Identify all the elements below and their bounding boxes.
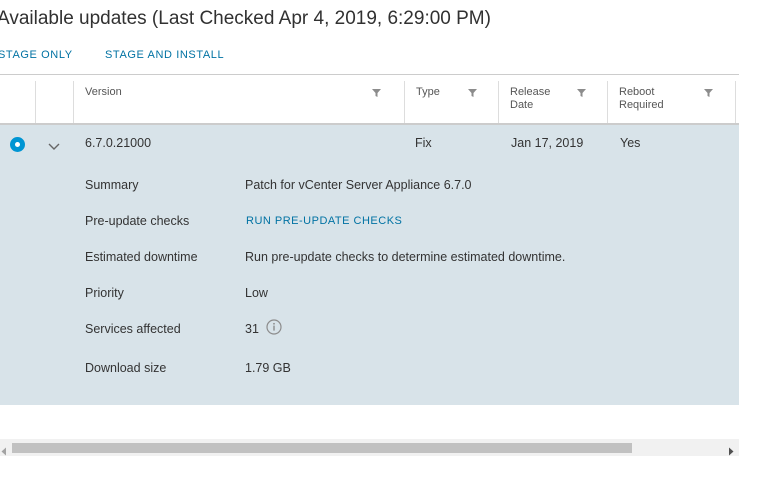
row-release-date: Jan 17, 2019 [511,136,584,150]
info-icon[interactable] [266,319,282,335]
header-release-date[interactable]: Release Date [498,75,607,123]
chevron-down-icon[interactable] [48,139,60,150]
header-select-column [0,75,35,123]
priority-value: Low [245,286,268,300]
version-filter-icon[interactable] [372,89,381,97]
header-reboot-line2: Required [619,99,664,111]
row-type: Fix [415,136,432,150]
header-release-date-line2: Date [510,99,534,111]
services-affected-value: 31 [245,322,259,336]
run-pre-update-checks-link[interactable]: RUN PRE-UPDATE CHECKS [246,215,402,227]
grid-header: Version Type Release Date Reboot Require… [0,75,739,125]
release-date-filter-icon[interactable] [577,89,586,97]
page-title: Available updates (Last Checked Apr 4, 2… [0,8,491,29]
scroll-left-arrow-icon[interactable] [0,443,8,456]
scrollbar-thumb[interactable] [12,443,632,453]
header-reboot-required[interactable]: Reboot Required [607,75,735,123]
row-select-radio[interactable] [10,137,25,152]
row-reboot-required: Yes [620,136,641,150]
header-reboot-line1: Reboot [619,86,655,98]
row-version: 6.7.0.21000 [85,136,152,150]
header-type[interactable]: Type [404,75,498,123]
header-version-label: Version [85,86,122,98]
header-end-divider [735,75,739,123]
summary-value: Patch for vCenter Server Appliance 6.7.0 [245,178,472,192]
reboot-filter-icon[interactable] [704,89,713,97]
horizontal-scrollbar[interactable] [0,439,739,456]
priority-label: Priority [85,286,124,300]
services-affected-label: Services affected [85,322,181,336]
download-size-value: 1.79 GB [245,361,291,375]
updates-grid: Version Type Release Date Reboot Require… [0,74,739,405]
stage-and-install-button[interactable]: STAGE AND INSTALL [105,49,224,61]
header-reboot-required-label: Reboot Required [619,86,664,112]
stage-only-button[interactable]: STAGE ONLY [0,49,73,61]
header-release-date-line1: Release [510,86,551,98]
header-type-label: Type [416,86,440,98]
estimated-downtime-value: Run pre-update checks to determine estim… [245,250,566,264]
header-expand-column [35,75,73,123]
pre-update-checks-label: Pre-update checks [85,214,190,228]
header-release-date-label: Release Date [510,86,550,112]
type-filter-icon[interactable] [468,89,477,97]
summary-label: Summary [85,178,139,192]
header-version[interactable]: Version [73,75,404,123]
scroll-right-arrow-icon[interactable] [727,443,735,456]
download-size-label: Download size [85,361,167,375]
estimated-downtime-label: Estimated downtime [85,250,198,264]
